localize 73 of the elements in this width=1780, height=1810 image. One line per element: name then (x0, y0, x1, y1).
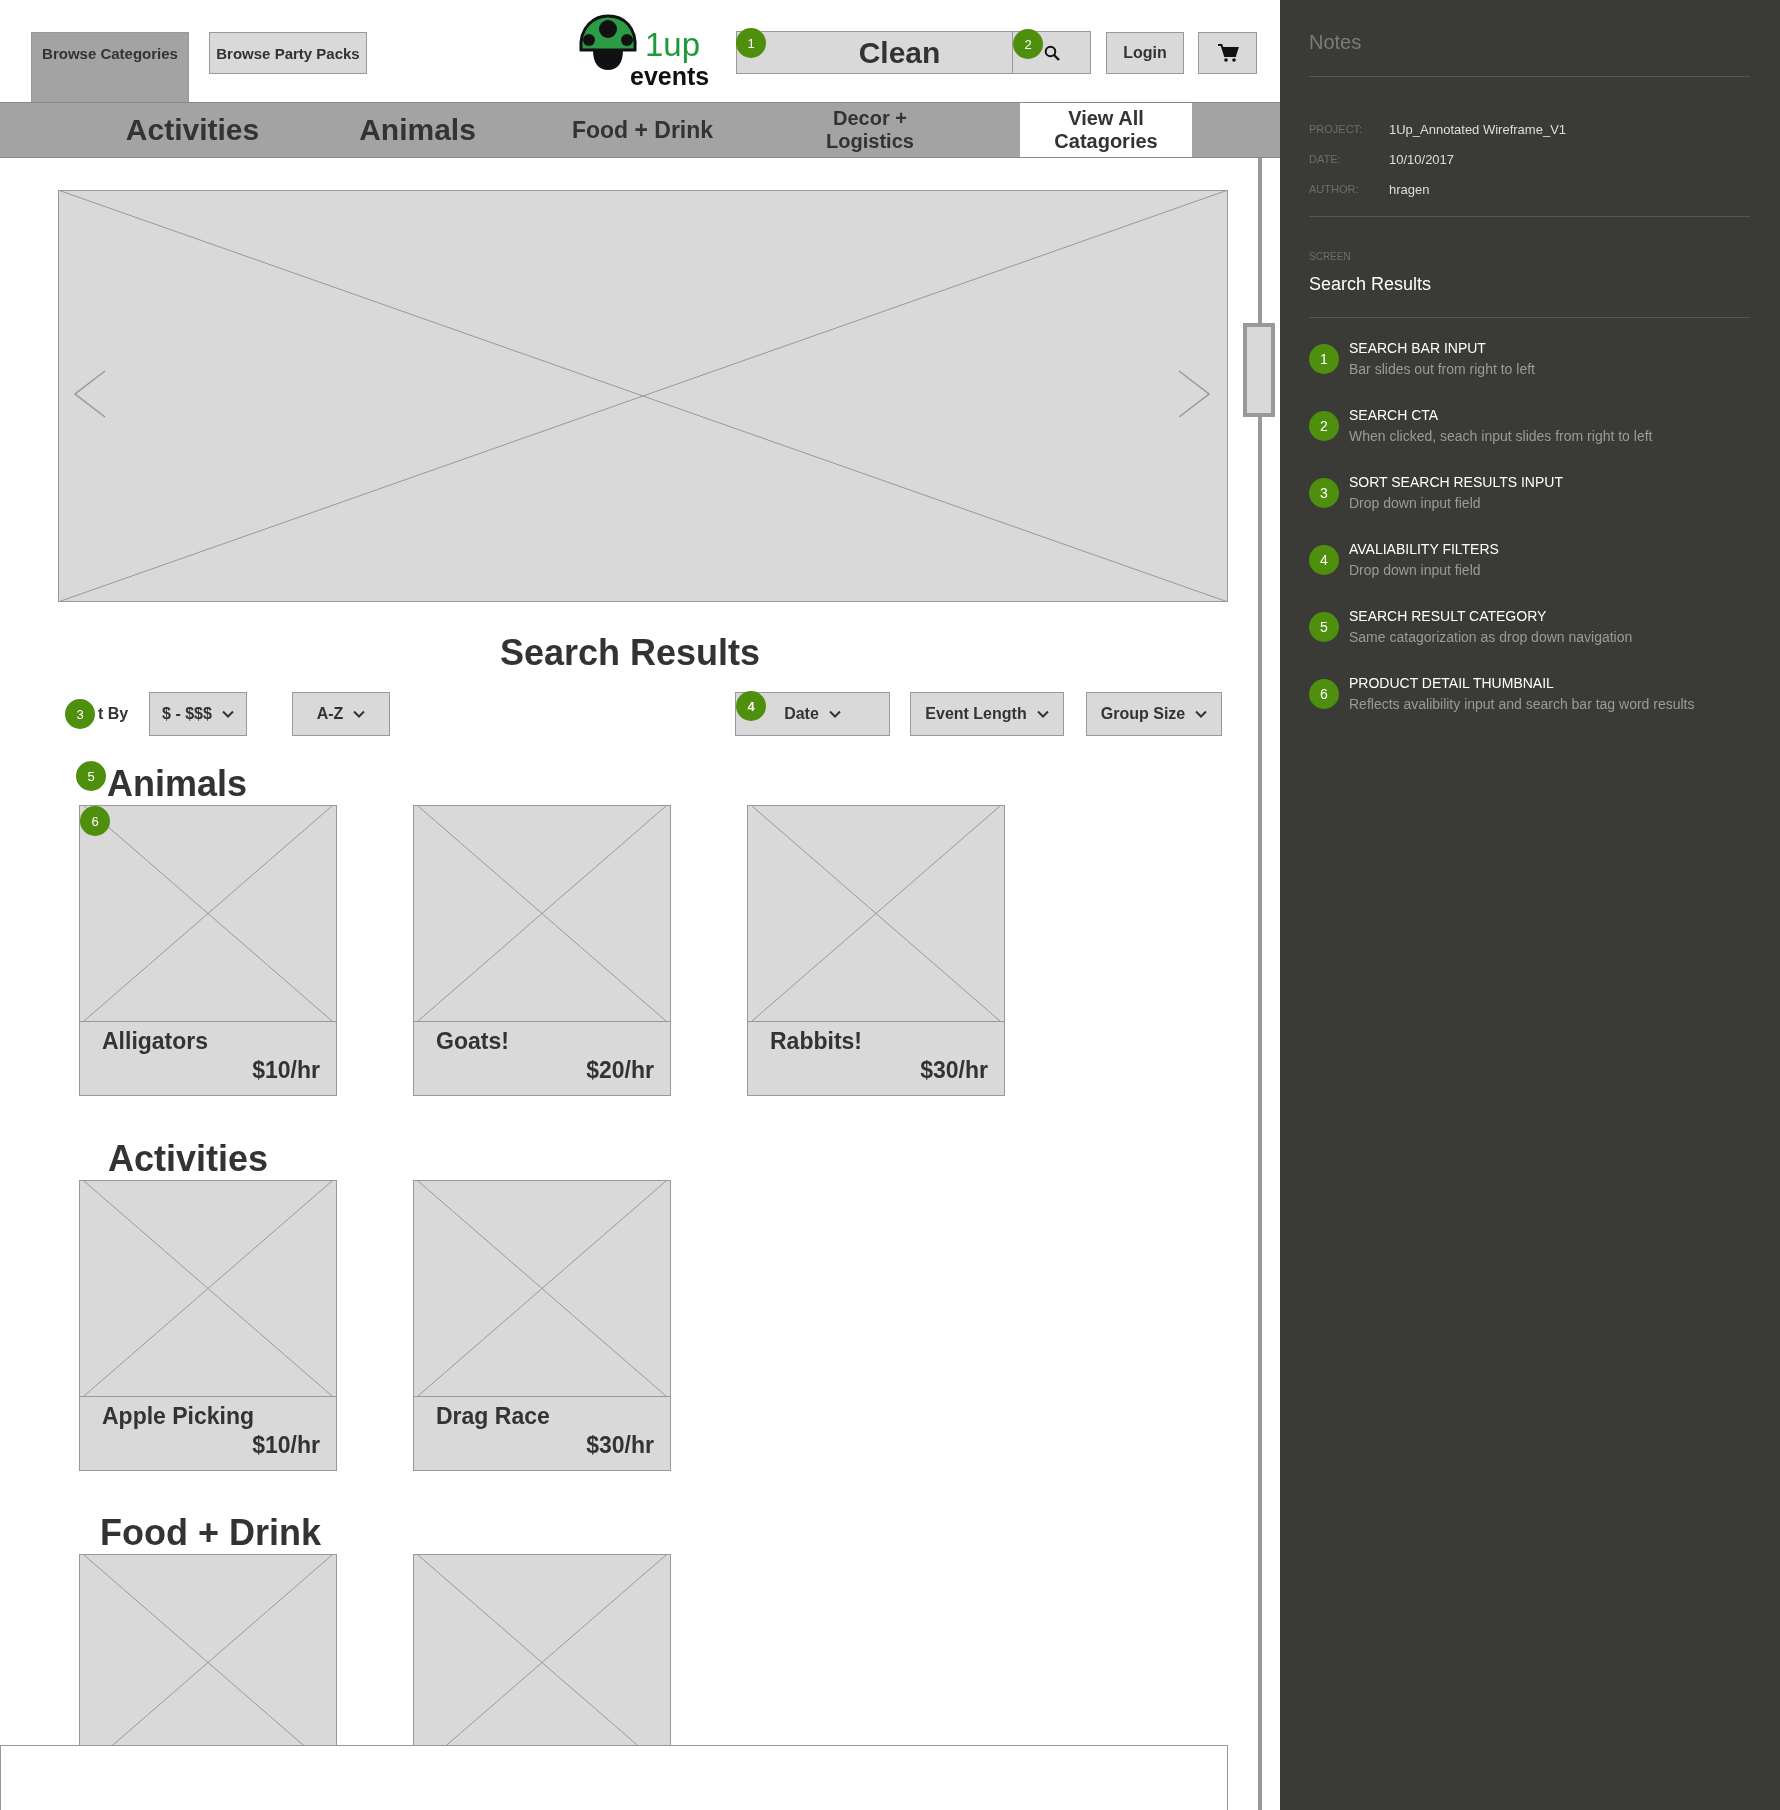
note-description: Bar slides out from right to left (1349, 361, 1535, 377)
panel-title: Notes (1309, 31, 1362, 53)
chevron-down-icon (221, 710, 234, 718)
search-icon (1043, 44, 1060, 61)
note-title: PRODUCT DETAIL THUMBNAIL (1349, 675, 1554, 691)
nav-item[interactable]: Animals (305, 103, 530, 157)
product-price: $10/hr (252, 1057, 320, 1084)
meta-value: 1Up_Annotated Wireframe_V1 (1389, 121, 1567, 137)
number-badge: 5 (76, 761, 106, 791)
scrollbar-thumb[interactable] (1243, 323, 1275, 417)
cart-icon (1216, 43, 1239, 63)
product-name: Rabbits! (770, 1028, 862, 1055)
filter-dropdown[interactable]: Group Size (1086, 692, 1222, 736)
number-badge: 1 (1309, 344, 1339, 374)
number-badge: 4 (736, 691, 766, 721)
product-card[interactable]: Goats! $20/hr (413, 805, 671, 1096)
note-title: SEARCH CTA (1349, 407, 1439, 423)
nav-item[interactable]: Activities (80, 103, 305, 157)
sort-dropdown[interactable]: A-Z (292, 692, 390, 736)
note-description: When clicked, seach input slides from right to left (1349, 428, 1653, 444)
note-title: SEARCH RESULT CATEGORY (1349, 608, 1547, 624)
number-badge: 4 (1309, 545, 1339, 575)
cart-button[interactable] (1198, 32, 1257, 74)
chevron-down-icon (353, 710, 366, 718)
number-badge: 3 (1309, 478, 1339, 508)
product-card[interactable]: Rabbits! $30/hr (747, 805, 1005, 1096)
screen-name: Search Results (1309, 274, 1432, 294)
note-title: AVALIABILITY FILTERS (1349, 541, 1499, 557)
filter-dropdown[interactable]: 4 Date (735, 692, 890, 736)
note-title: SORT SEARCH RESULTS INPUT (1349, 474, 1563, 490)
sort-label: t By (98, 705, 130, 723)
product-card[interactable]: Drag Race $30/hr (413, 1180, 671, 1471)
sort-dropdown[interactable]: $ - $$$ (149, 692, 247, 736)
number-badge: 5 (1309, 612, 1339, 642)
number-badge: 2 (1013, 29, 1043, 59)
product-card[interactable]: Apple Picking $10/hr (79, 1180, 337, 1471)
note-description: Drop down input field (1349, 562, 1481, 578)
product-price: $20/hr (586, 1057, 654, 1084)
note-description: Same catagorization as drop down navigation (1349, 629, 1633, 645)
nav-item[interactable]: View All Catagories (1020, 103, 1192, 157)
product-price: $30/hr (920, 1057, 988, 1084)
number-badge: 6 (80, 806, 110, 836)
login-button[interactable]: Login (1106, 32, 1184, 74)
search-button[interactable]: 2 (1013, 31, 1091, 74)
page-title: Search Results (499, 632, 761, 674)
note-title: SEARCH BAR INPUT (1349, 340, 1486, 356)
product-name: Alligators (102, 1028, 209, 1055)
product-price: $10/hr (252, 1432, 320, 1459)
header-tab[interactable]: Browse Categories (31, 32, 189, 102)
product-card[interactable]: 6 Alligators $10/hr (79, 805, 337, 1096)
filter-dropdown[interactable]: Event Length (910, 692, 1064, 736)
logo[interactable]: 1up events (577, 12, 712, 92)
product-name: Drag Race (436, 1403, 550, 1430)
chevron-down-icon (1195, 710, 1208, 718)
number-badge: 6 (1309, 679, 1339, 709)
nav-item[interactable]: Decor + Logistics (755, 103, 985, 157)
header-tab[interactable]: Browse Party Packs (209, 32, 367, 74)
nav-item[interactable]: Food + Drink (530, 103, 755, 157)
category-heading: Food + Drink (100, 1512, 321, 1554)
number-badge: 3 (65, 699, 95, 729)
category-heading: Activities (108, 1138, 269, 1180)
number-badge: 2 (1309, 411, 1339, 441)
note-description: Reflects avalibility input and search bar tag word results (1349, 696, 1695, 712)
product-name: Goats! (436, 1028, 509, 1055)
meta-value: 10/10/2017 (1389, 151, 1455, 167)
meta-value: hragen (1389, 181, 1430, 197)
chevron-down-icon (1036, 710, 1049, 718)
chevron-down-icon (828, 710, 841, 718)
number-badge: 1 (736, 28, 766, 58)
product-price: $30/hr (586, 1432, 654, 1459)
note-description: Drop down input field (1349, 495, 1481, 511)
product-name: Apple Picking (102, 1403, 255, 1430)
category-heading: Animals (107, 763, 248, 805)
